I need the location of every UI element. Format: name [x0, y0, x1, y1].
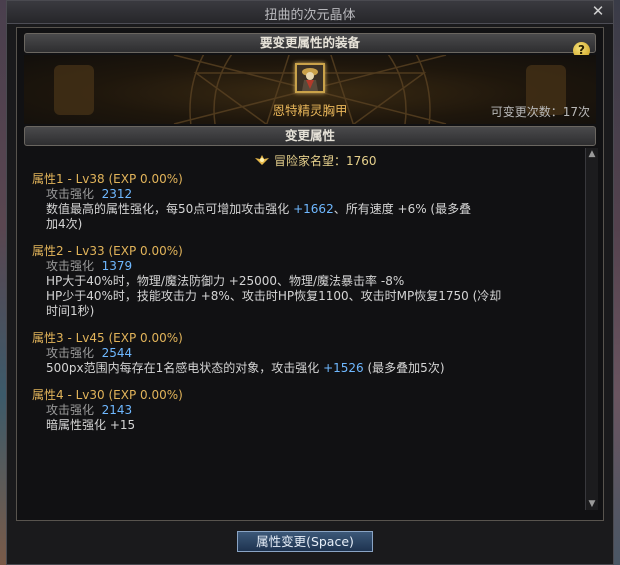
reputation-value: 冒险家名望：1760 — [274, 154, 377, 168]
description-value: +1526 — [323, 361, 364, 375]
stat-label: 攻击强化 — [46, 187, 95, 201]
attribute-description: 500px范围内每存在1名感电状态的对象，攻击强化 +1526 (最多叠加5次) — [46, 359, 445, 376]
change-attribute-button[interactable]: 属性变更(Space) — [237, 531, 373, 552]
title-bar[interactable]: 扭曲的次元晶体 ✕ — [7, 1, 613, 24]
description-value: +1662 — [293, 202, 334, 216]
equip-section-header: 要变更属性的装备 ? — [24, 33, 596, 59]
stat-label: 攻击强化 — [46, 346, 95, 360]
stat-value: 2544 — [101, 346, 133, 360]
reputation-row: 冒险家名望：1760 — [254, 152, 377, 169]
window-title: 扭曲的次元晶体 — [264, 8, 356, 23]
attribute-description: 数值最高的属性强化，每50点可增加攻击强化 +1662、所有速度 +6% (最多… — [46, 200, 471, 217]
attribute-description: 暗属性强化 +15 — [46, 418, 136, 432]
main-panel: 要变更属性的装备 ? 恩特精灵胸甲 可变更次数：17次 变更属性 冒险家名望：1… — [16, 27, 604, 521]
equip-area: 恩特精灵胸甲 可变更次数：17次 — [24, 55, 596, 124]
stat-value: 1379 — [101, 259, 133, 273]
reputation-icon — [255, 155, 269, 165]
scrollbar[interactable]: ▲ ▼ — [585, 148, 598, 510]
scroll-down-icon[interactable]: ▼ — [586, 498, 598, 510]
remaining-change-count: 可变更次数：17次 — [490, 105, 590, 119]
scroll-up-icon[interactable]: ▲ — [586, 148, 598, 160]
stat-label: 攻击强化 — [46, 403, 95, 417]
equipment-slot[interactable] — [295, 63, 325, 93]
stat-value: 2312 — [101, 187, 133, 201]
attribute-section-title: 变更属性 — [284, 128, 335, 143]
description-text: (最多叠加5次) — [363, 361, 445, 375]
chest-armor-icon — [297, 65, 323, 91]
attribute-description: 时间1秒) — [46, 304, 95, 318]
description-text: 、所有速度 +6% (最多叠 — [333, 202, 472, 216]
attribute-section-header: 变更属性 — [24, 126, 596, 146]
stat-value: 2143 — [101, 403, 133, 417]
description-text: 数值最高的属性强化，每50点可增加攻击强化 — [46, 202, 290, 216]
equip-section-title: 要变更属性的装备 — [259, 35, 360, 50]
attribute-list[interactable]: 冒险家名望：1760 属性1 - Lv38 (EXP 0.00%) 攻击强化 2… — [24, 148, 584, 510]
attribute-description: 加4次) — [46, 217, 83, 231]
attribute-description: HP少于40%时，技能攻击力 +8%、攻击时HP恢复1100、攻击时MP恢复17… — [46, 289, 502, 303]
close-icon[interactable]: ✕ — [589, 2, 607, 20]
crystal-dialog: 扭曲的次元晶体 ✕ 要变更属性的装备 ? 恩特精灵胸甲 可变更次数：17次 变更… — [6, 0, 614, 565]
description-text: 500px范围内每存在1名感电状态的对象，攻击强化 — [46, 361, 320, 375]
stat-label: 攻击强化 — [46, 259, 95, 273]
